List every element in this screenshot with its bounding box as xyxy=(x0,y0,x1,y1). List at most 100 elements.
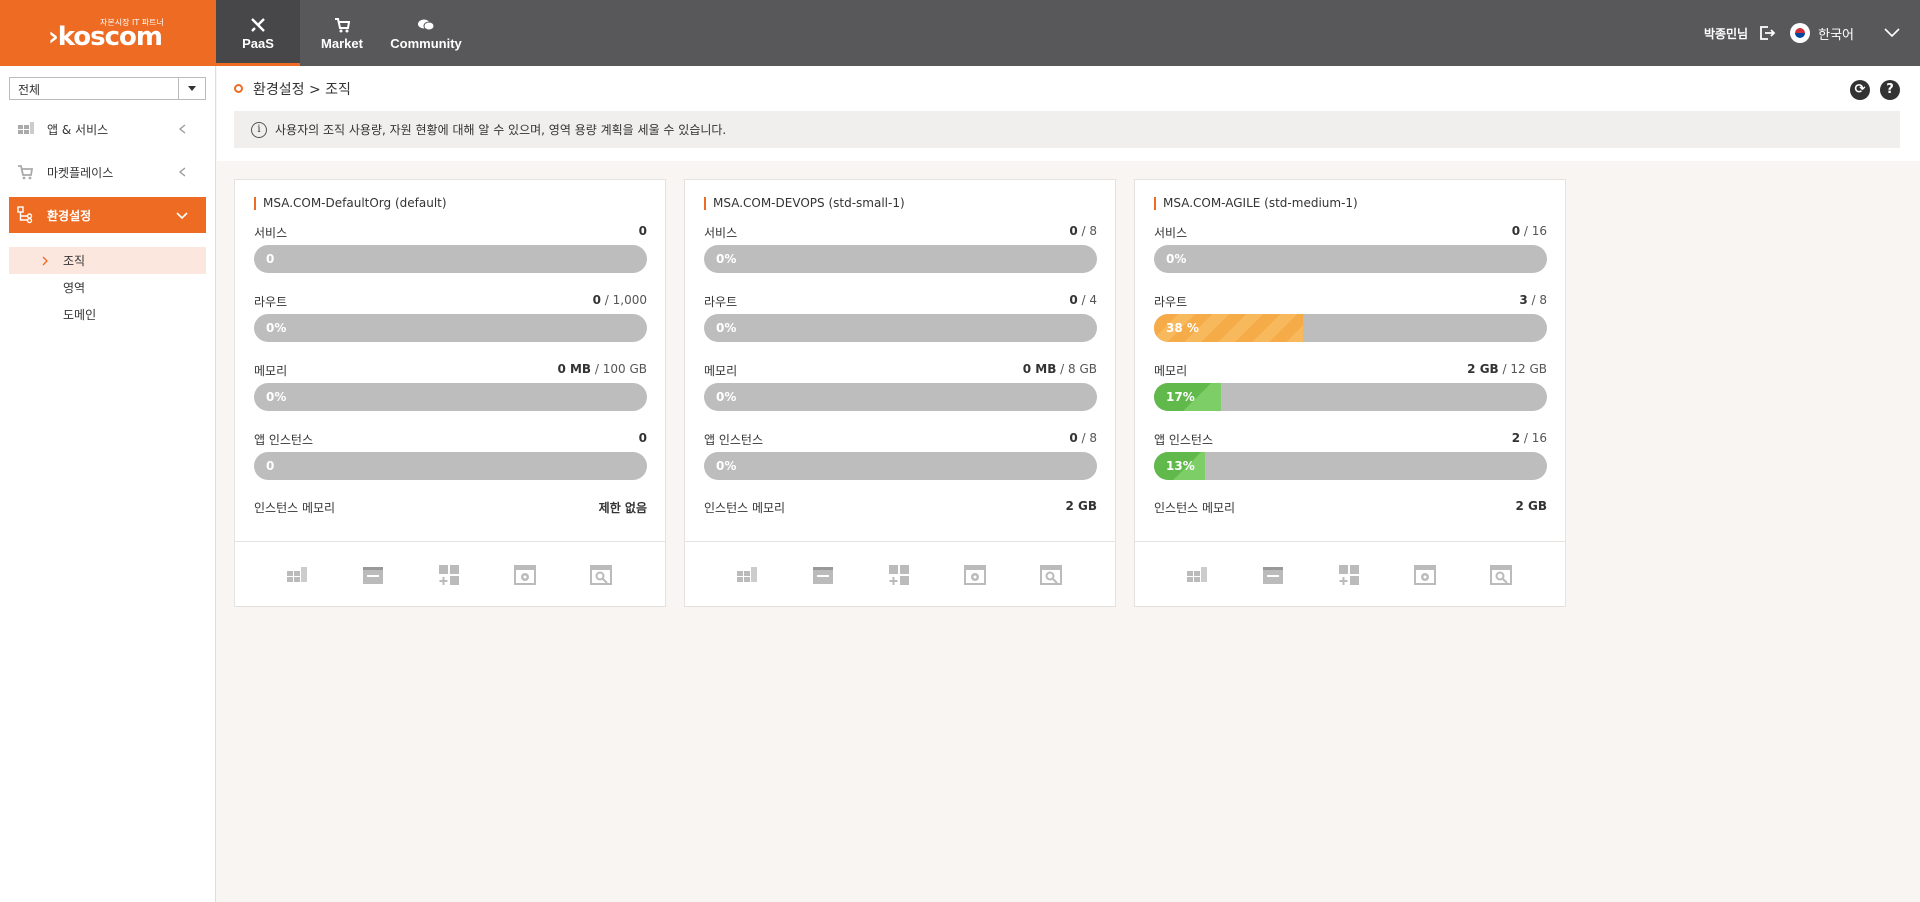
metric-label: 라우트 xyxy=(704,295,738,309)
search-window-icon[interactable] xyxy=(1489,563,1513,587)
quota-metric: 앱 인스턴스 0 / 8 0% xyxy=(704,431,1097,480)
metric-label: 메모리 xyxy=(1154,364,1188,378)
sidebar-subitem-organization[interactable]: 조직 xyxy=(9,247,206,274)
logout-icon[interactable] xyxy=(1758,24,1776,42)
quota-metric: 서비스 0 / 8 0% xyxy=(704,224,1097,273)
usage-bar: 0% xyxy=(1154,245,1547,273)
apps-icon[interactable] xyxy=(285,563,309,587)
sidebar-item-marketplace[interactable]: 마켓플레이스 xyxy=(9,154,206,190)
language-select[interactable]: 한국어 xyxy=(1818,24,1854,43)
top-bar: 자본시장 IT 파트너 ›koscom PaaS Market Communit… xyxy=(0,0,1920,66)
chat-icon xyxy=(418,19,435,31)
info-banner: i 사용자의 조직 사용량, 자원 현황에 대해 알 수 있으며, 영역 용량 … xyxy=(234,111,1900,148)
sidebar-item-label: 앱 & 서비스 xyxy=(47,122,109,137)
chevron-left-icon xyxy=(178,124,186,134)
service-icon[interactable] xyxy=(811,563,835,587)
metric-value: 0 xyxy=(638,224,647,238)
help-icon[interactable]: ? xyxy=(1880,80,1900,100)
settings-window-icon[interactable] xyxy=(1413,563,1437,587)
refresh-icon[interactable]: ⟳ xyxy=(1850,80,1870,100)
sidebar-item-settings[interactable]: 환경설정 xyxy=(9,197,206,233)
usage-bar: 0% xyxy=(704,314,1097,342)
org-card-title[interactable]: MSA.COM-AGILE (std-medium-1) xyxy=(1154,197,1358,210)
service-icon[interactable] xyxy=(361,563,385,587)
metric-value: 0 / 8 xyxy=(1069,224,1097,238)
metric-label: 메모리 xyxy=(704,364,738,378)
metric-value: 3 / 8 xyxy=(1519,293,1547,307)
settings-window-icon[interactable] xyxy=(513,563,537,587)
koscom-logo[interactable]: 자본시장 IT 파트너 ›koscom xyxy=(0,0,216,66)
quota-metric: 앱 인스턴스 0 0 xyxy=(254,431,647,480)
sidebar-item-label: 환경설정 xyxy=(47,208,92,223)
header-actions: ⟳ ? xyxy=(1850,80,1900,100)
metric-label: 서비스 xyxy=(704,226,738,240)
info-icon: i xyxy=(251,121,267,138)
usage-bar: 0 xyxy=(254,245,647,273)
usage-bar-text: 0% xyxy=(716,252,737,266)
info-text: 사용자의 조직 사용량, 자원 현황에 대해 알 수 있으며, 영역 용량 계획… xyxy=(275,123,727,137)
quota-metric: 라우트 3 / 8 38 % xyxy=(1154,293,1547,342)
tools-icon xyxy=(251,18,265,32)
metric-value: 0 xyxy=(638,431,647,445)
nav-market[interactable]: Market xyxy=(300,0,384,66)
select-arrow-icon[interactable] xyxy=(178,78,205,99)
user-name[interactable]: 박종민님 xyxy=(1704,25,1748,42)
usage-bar: 0% xyxy=(254,314,647,342)
org-card-title[interactable]: MSA.COM-DEVOPS (std-small-1) xyxy=(704,197,905,210)
metric-label: 서비스 xyxy=(1154,226,1188,240)
usage-bar-text: 0% xyxy=(716,390,737,404)
sidebar-subitem-label: 영역 xyxy=(63,281,86,295)
nav-paas-label: PaaS xyxy=(242,36,274,51)
breadcrumb: 환경설정 > 조직 xyxy=(253,82,351,98)
chevron-left-icon xyxy=(178,167,186,177)
usage-bar: 38 % xyxy=(1154,314,1547,342)
add-app-icon[interactable] xyxy=(437,563,461,587)
metric-value: 2 / 16 xyxy=(1511,431,1547,445)
sidebar-item-apps-services[interactable]: 앱 & 서비스 xyxy=(9,111,206,147)
sidebar-subitem-label: 도메인 xyxy=(63,308,97,322)
quota-metric: 앱 인스턴스 2 / 16 13% xyxy=(1154,431,1547,480)
quota-metric: 라우트 0 / 4 0% xyxy=(704,293,1097,342)
apps-icon[interactable] xyxy=(1185,563,1209,587)
instance-memory-value: 제한 없음 xyxy=(598,501,647,515)
settings-window-icon[interactable] xyxy=(963,563,987,587)
sidebar-subitem-domain[interactable]: 도메인 xyxy=(9,301,206,328)
usage-bar-text: 0% xyxy=(266,321,287,335)
service-icon[interactable] xyxy=(1261,563,1285,587)
settings-tree-icon xyxy=(17,206,33,224)
instance-memory-label: 인스턴스 메모리 xyxy=(1154,501,1236,515)
chevron-down-icon[interactable] xyxy=(1884,28,1900,38)
chevron-down-icon xyxy=(176,212,188,220)
metric-label: 앱 인스턴스 xyxy=(254,433,314,447)
chevron-right-icon xyxy=(42,256,48,266)
metric-value: 0 MB / 8 GB xyxy=(1022,362,1097,376)
scope-select[interactable]: 전체 xyxy=(9,77,206,100)
nav-community[interactable]: Community xyxy=(384,0,468,66)
sidebar-item-label: 마켓플레이스 xyxy=(47,165,114,180)
add-app-icon[interactable] xyxy=(1337,563,1361,587)
apps-icon[interactable] xyxy=(735,563,759,587)
cart-icon xyxy=(335,18,351,33)
instance-memory: 인스턴스 메모리 2 GB xyxy=(704,499,1097,516)
org-card: MSA.COM-DEVOPS (std-small-1) 서비스 0 / 8 0… xyxy=(684,179,1116,607)
usage-bar: 0% xyxy=(704,383,1097,411)
org-card: MSA.COM-AGILE (std-medium-1) 서비스 0 / 16 … xyxy=(1134,179,1566,607)
usage-bar: 0% xyxy=(704,245,1097,273)
nav-paas[interactable]: PaaS xyxy=(216,0,300,66)
main-nav: PaaS Market Community xyxy=(216,0,468,66)
add-app-icon[interactable] xyxy=(887,563,911,587)
sidebar: 전체 앱 & 서비스 마켓플레이스 환경설정 조직 영역 도메인 xyxy=(0,66,216,902)
org-card-title[interactable]: MSA.COM-DefaultOrg (default) xyxy=(254,197,447,210)
search-window-icon[interactable] xyxy=(589,563,613,587)
korea-flag-icon xyxy=(1790,23,1811,43)
usage-bar-text: 0% xyxy=(716,459,737,473)
metric-label: 메모리 xyxy=(254,364,288,378)
metric-value: 0 / 1,000 xyxy=(592,293,647,307)
metric-label: 라우트 xyxy=(1154,295,1188,309)
quota-metric: 메모리 0 MB / 8 GB 0% xyxy=(704,362,1097,411)
sidebar-subitem-space[interactable]: 영역 xyxy=(9,274,206,301)
search-window-icon[interactable] xyxy=(1039,563,1063,587)
usage-bar-text: 13% xyxy=(1166,459,1195,473)
usage-bar-text: 0 xyxy=(266,252,275,266)
usage-bar-text: 0% xyxy=(716,321,737,335)
